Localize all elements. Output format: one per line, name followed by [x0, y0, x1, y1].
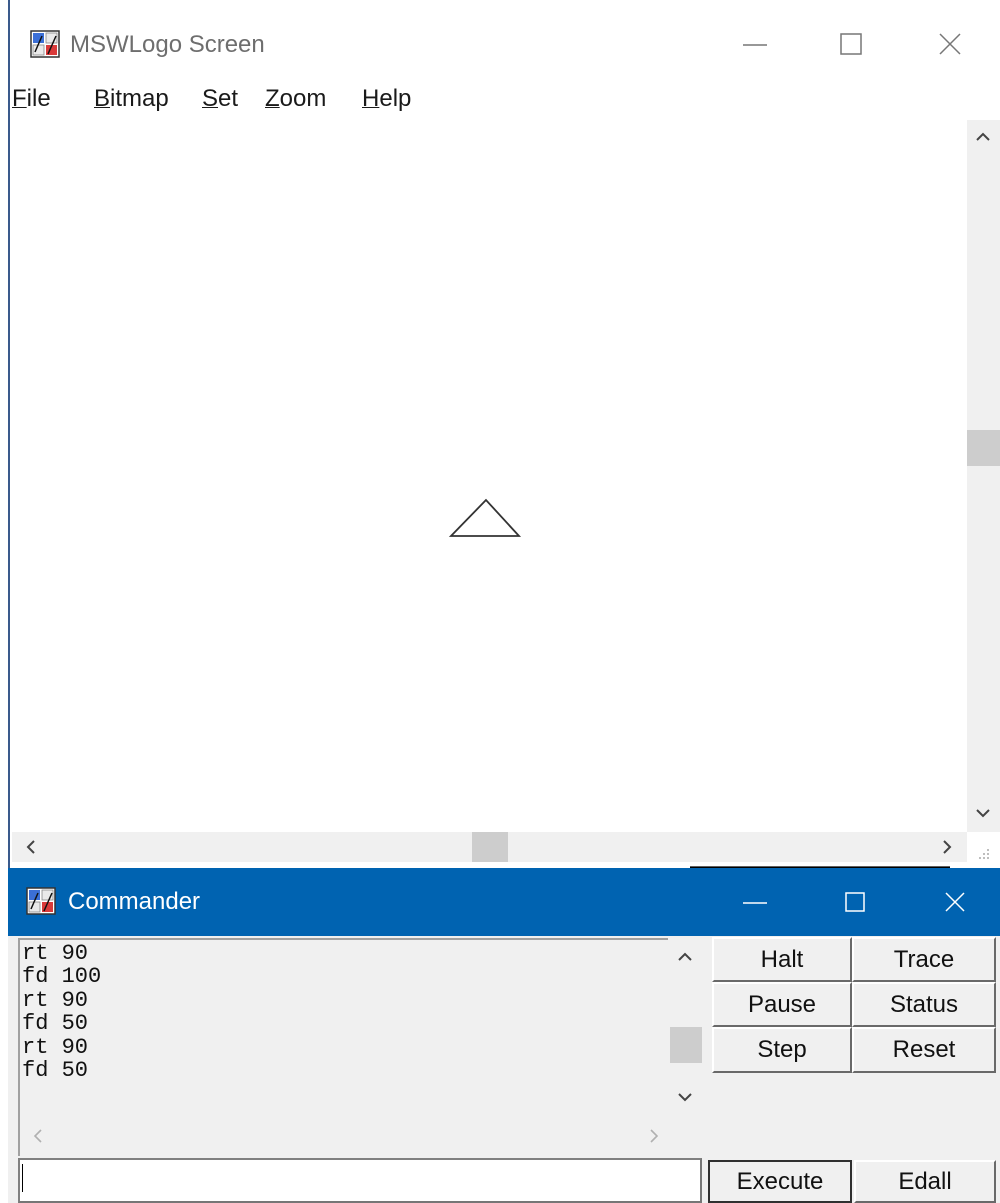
chevron-left-icon[interactable]	[26, 1124, 50, 1148]
command-history-list[interactable]	[18, 938, 670, 1118]
halt-button[interactable]: Halt	[712, 937, 852, 982]
menu-set[interactable]: Set	[202, 84, 238, 114]
chevron-down-icon[interactable]	[672, 1084, 698, 1110]
reset-button[interactable]: Reset	[852, 1027, 996, 1073]
execute-button[interactable]: Execute	[708, 1160, 852, 1203]
history-vertical-scroll-thumb[interactable]	[670, 1027, 702, 1063]
status-button[interactable]: Status	[852, 982, 996, 1027]
minimize-icon[interactable]	[725, 24, 785, 64]
chevron-left-icon[interactable]	[18, 834, 44, 860]
maximize-icon[interactable]	[825, 882, 885, 922]
command-history-lines: rt 90 fd 100 rt 90 fd 50 rt 90 fd 50	[22, 942, 101, 1083]
history-line[interactable]: fd 100	[22, 965, 101, 989]
step-button[interactable]: Step	[712, 1027, 852, 1073]
menu-help[interactable]: Help	[362, 84, 411, 114]
menu-set-mnemonic: S	[202, 85, 219, 112]
menu-zoom-mnemonic: Z	[265, 85, 280, 112]
chevron-right-icon[interactable]	[934, 834, 960, 860]
mswlogo-app-icon	[26, 887, 56, 915]
menu-help-mnemonic: H	[362, 85, 380, 112]
history-horizontal-scrollbar[interactable]	[18, 1116, 704, 1156]
chevron-up-icon[interactable]	[672, 944, 698, 970]
menu-zoom[interactable]: Zoom	[265, 84, 326, 114]
close-icon[interactable]	[920, 24, 980, 64]
canvas-horizontal-scroll-thumb[interactable]	[472, 832, 508, 862]
turtle-triangle	[448, 498, 522, 537]
history-line[interactable]: fd 50	[22, 1012, 101, 1036]
canvas-vertical-scroll-thumb[interactable]	[967, 430, 1000, 466]
trace-button[interactable]: Trace	[852, 937, 996, 982]
menu-file-label: ile	[26, 85, 51, 112]
screen-window-title: MSWLogo Screen	[70, 31, 265, 58]
menu-set-label: et	[218, 85, 239, 112]
close-icon[interactable]	[925, 882, 985, 922]
size-grip-icon[interactable]	[968, 838, 994, 864]
history-line[interactable]: rt 90	[22, 988, 101, 1012]
menu-bitmap-label: itmap	[110, 85, 169, 112]
commander-window-title: Commander	[68, 888, 201, 915]
chevron-up-icon[interactable]	[970, 124, 996, 150]
history-line[interactable]: fd 50	[22, 1059, 101, 1083]
text-caret	[22, 1164, 23, 1192]
menu-file-mnemonic: F	[12, 85, 27, 112]
menu-bitmap-mnemonic: B	[94, 85, 111, 112]
menu-bitmap[interactable]: Bitmap	[94, 84, 169, 114]
history-line[interactable]: rt 90	[22, 1035, 101, 1059]
menu-file[interactable]: File	[12, 84, 51, 114]
history-line[interactable]: rt 90	[22, 942, 101, 966]
maximize-icon[interactable]	[820, 24, 880, 64]
minimize-icon[interactable]	[725, 882, 785, 922]
canvas-vertical-scrollbar[interactable]	[967, 120, 1000, 832]
menu-help-label: elp	[379, 85, 412, 112]
mswlogo-app-icon	[30, 30, 60, 58]
pause-button[interactable]: Pause	[712, 982, 852, 1027]
command-input[interactable]	[18, 1158, 702, 1203]
menu-zoom-label: oom	[279, 85, 327, 112]
turtle-drawing	[448, 498, 522, 537]
chevron-down-icon[interactable]	[970, 800, 996, 826]
edall-button[interactable]: Edall	[854, 1160, 996, 1203]
chevron-right-icon[interactable]	[642, 1124, 666, 1148]
